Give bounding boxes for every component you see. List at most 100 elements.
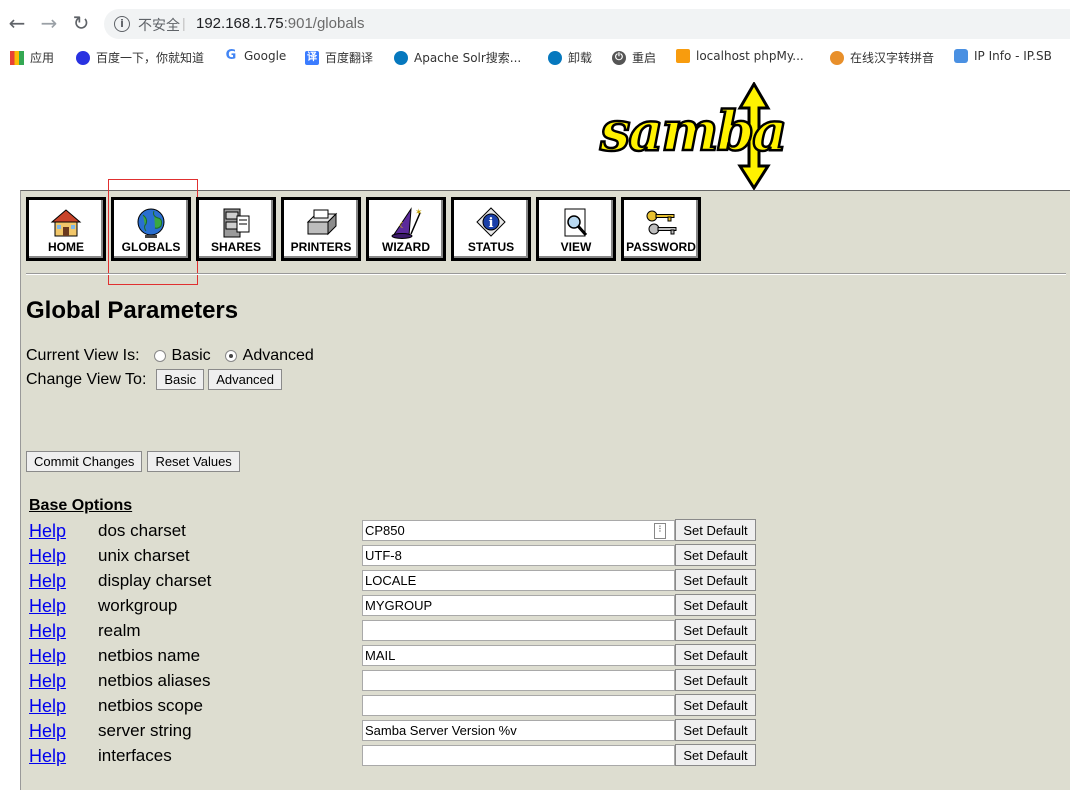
- swat-panel: HOME GLOBALS SHARES PRINTERS ☾ ✶ WIZARD …: [20, 179, 1070, 790]
- nav-view-label: VIEW: [560, 240, 592, 254]
- param-row: Help server string Samba Server Version …: [29, 719, 759, 744]
- param-name: server string: [98, 721, 192, 740]
- help-link[interactable]: Help: [29, 596, 66, 617]
- help-link[interactable]: Help: [29, 646, 66, 667]
- drupal-icon: [548, 50, 562, 65]
- param-name: dos charset: [98, 521, 186, 540]
- bookmark-baidu-translate[interactable]: 译 百度翻译: [305, 49, 373, 66]
- nav-wizard-button[interactable]: ☾ ✶ WIZARD: [366, 197, 446, 261]
- browser-toolbar: ← → ↻ i 不安全 | 192.168.1.75:901/globals: [0, 0, 1070, 46]
- param-row: Help netbios scope Set Default: [29, 694, 759, 719]
- help-link[interactable]: Help: [29, 721, 66, 742]
- nav-view-button[interactable]: VIEW: [536, 197, 616, 261]
- bookmark-label: 百度翻译: [325, 51, 374, 65]
- nav-shares-button[interactable]: SHARES: [196, 197, 276, 261]
- address-bar[interactable]: i 不安全 | 192.168.1.75:901/globals: [104, 9, 1070, 39]
- commit-changes-button[interactable]: Commit Changes: [26, 451, 143, 472]
- view-advanced-radio[interactable]: [224, 350, 237, 362]
- apps-grid-icon: [10, 50, 24, 65]
- url-separator: |: [182, 15, 186, 31]
- param-name: netbios aliases: [98, 671, 211, 690]
- help-link[interactable]: Help: [29, 571, 66, 592]
- bookmarks-bar: 应用 百度一下，你就知道 G Google 译 百度翻译 Apache Solr…: [0, 46, 1070, 70]
- set-default-button[interactable]: Set Default: [675, 744, 756, 766]
- param-input[interactable]: Samba Server Version %v: [362, 720, 675, 741]
- forward-arrow-icon[interactable]: →: [38, 12, 60, 34]
- change-view-row: Change View To: Basic Advanced: [26, 369, 283, 390]
- bookmark-solr[interactable]: Apache Solr搜索...: [394, 49, 521, 66]
- nav-password-button[interactable]: PASSWORD: [621, 197, 701, 261]
- bookmark-label: Apache Solr搜索...: [414, 51, 522, 65]
- set-default-button[interactable]: Set Default: [675, 594, 756, 616]
- nav-printers-label: PRINTERS: [290, 240, 352, 254]
- bookmark-apps[interactable]: 应用: [10, 49, 54, 66]
- param-input[interactable]: [362, 670, 675, 691]
- bookmark-label: 应用: [30, 51, 55, 65]
- bookmark-google[interactable]: G Google: [224, 48, 287, 64]
- nav-shares-label: SHARES: [210, 240, 261, 254]
- info-badge-icon: i: [476, 207, 506, 237]
- help-link[interactable]: Help: [29, 671, 66, 692]
- help-link[interactable]: Help: [29, 746, 66, 767]
- help-link[interactable]: Help: [29, 696, 66, 717]
- param-row: Help dos charset CP850 Set Default: [29, 519, 759, 544]
- set-default-button[interactable]: Set Default: [675, 519, 756, 541]
- param-input[interactable]: LOCALE: [362, 570, 675, 591]
- param-input[interactable]: MAIL: [362, 645, 675, 666]
- param-name: interfaces: [98, 746, 172, 765]
- url-text[interactable]: 192.168.1.75:901/globals: [196, 15, 365, 32]
- svg-text:☾: ☾: [399, 221, 406, 230]
- param-name: workgroup: [98, 596, 178, 615]
- bookmark-pinyin[interactable]: 在线汉字转拼音: [830, 49, 934, 66]
- param-name: display charset: [98, 571, 212, 590]
- view-basic-radio[interactable]: [153, 350, 166, 362]
- nav-wizard-label: WIZARD: [382, 240, 430, 254]
- param-row: Help interfaces Set Default: [29, 744, 759, 769]
- reload-icon[interactable]: ↻: [70, 12, 92, 34]
- set-default-button[interactable]: Set Default: [675, 694, 756, 716]
- nav-printers-button[interactable]: PRINTERS: [281, 197, 361, 261]
- change-view-label: Change View To:: [26, 370, 147, 388]
- param-row: Help realm Set Default: [29, 619, 759, 644]
- bookmark-label: 重启: [632, 51, 657, 65]
- info-icon[interactable]: i: [114, 16, 130, 32]
- param-input[interactable]: [362, 745, 675, 766]
- svg-text:✶: ✶: [415, 208, 423, 218]
- drupal-icon: [394, 50, 408, 65]
- set-default-button[interactable]: Set Default: [675, 544, 756, 566]
- set-default-button[interactable]: Set Default: [675, 719, 756, 741]
- param-input[interactable]: MYGROUP: [362, 595, 675, 616]
- param-input[interactable]: UTF-8: [362, 545, 675, 566]
- page-title: Global Parameters: [26, 297, 239, 324]
- nav-globals-button[interactable]: GLOBALS: [111, 197, 191, 261]
- advanced-view-button[interactable]: Advanced: [208, 369, 283, 390]
- set-default-button[interactable]: Set Default: [675, 644, 756, 666]
- param-input[interactable]: CP850: [362, 520, 675, 541]
- bookmark-restart[interactable]: ⏻ 重启: [612, 49, 656, 66]
- basic-view-button[interactable]: Basic: [156, 369, 205, 390]
- reset-values-button[interactable]: Reset Values: [147, 451, 240, 472]
- bookmark-ip-info[interactable]: IP Info - IP.SB: [954, 49, 1052, 63]
- help-link[interactable]: Help: [29, 621, 66, 642]
- bookmark-baidu[interactable]: 百度一下，你就知道: [76, 49, 204, 66]
- help-link[interactable]: Help: [29, 546, 66, 567]
- bookmark-phpmyadmin[interactable]: localhost phpMy...: [676, 49, 804, 63]
- set-default-button[interactable]: Set Default: [675, 669, 756, 691]
- help-link[interactable]: Help: [29, 521, 66, 542]
- param-row: Help netbios aliases Set Default: [29, 669, 759, 694]
- nav-status-button[interactable]: i STATUS: [451, 197, 531, 261]
- google-g-icon: G: [225, 48, 237, 63]
- magnifier-doc-icon: [564, 208, 588, 237]
- bookmark-uninstall[interactable]: 卸载: [548, 49, 592, 66]
- param-row: Help unix charset UTF-8 Set Default: [29, 544, 759, 569]
- set-default-button[interactable]: Set Default: [675, 619, 756, 641]
- form-actions: Commit Changes Reset Values: [26, 451, 240, 472]
- current-view-label: Current View Is:: [26, 347, 140, 364]
- param-input[interactable]: [362, 695, 675, 716]
- back-arrow-icon[interactable]: ←: [6, 12, 28, 34]
- nav-globals-label: GLOBALS: [121, 240, 181, 254]
- set-default-button[interactable]: Set Default: [675, 569, 756, 591]
- param-name: realm: [98, 621, 141, 640]
- param-input[interactable]: [362, 620, 675, 641]
- nav-home-button[interactable]: HOME: [26, 197, 106, 261]
